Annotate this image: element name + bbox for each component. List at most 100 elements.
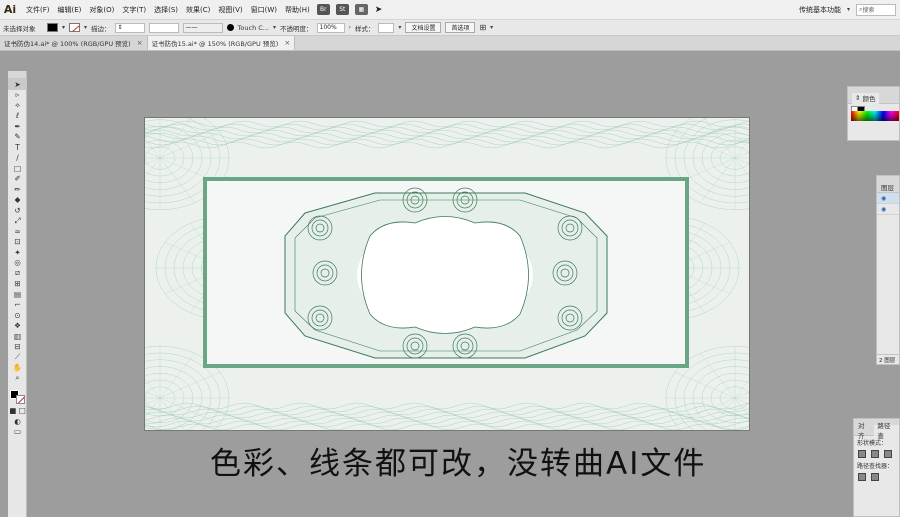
brush-definition[interactable]: Touch C...	[238, 24, 269, 32]
chevron-down-icon[interactable]: ▾	[847, 6, 850, 13]
selection-tool-icon[interactable]: ➤	[8, 79, 27, 90]
send-icon[interactable]: ➤	[371, 5, 387, 15]
style-label: 样式：	[354, 24, 375, 33]
line-tool-icon[interactable]: ∕	[8, 153, 27, 164]
variable-width-select[interactable]	[148, 22, 179, 33]
search-input[interactable]: ⌕ 搜索	[856, 3, 896, 16]
preferences-button[interactable]: 首选项	[445, 22, 476, 33]
draw-mode-icon[interactable]: ◐	[8, 416, 27, 427]
puppet-warp-tool-icon[interactable]: ✦	[8, 247, 27, 258]
menu-view[interactable]: 视图(V)	[214, 5, 246, 15]
eraser-tool-icon[interactable]: ◆	[8, 195, 27, 206]
fill-stroke-widget[interactable]	[10, 389, 26, 404]
eye-icon[interactable]: ◉	[881, 206, 886, 213]
arrange-dropdown-icon[interactable]: ▾	[490, 24, 493, 31]
zoom-tool-icon[interactable]: ⌕	[8, 373, 27, 384]
stock-icon[interactable]: St	[335, 4, 349, 15]
shape-builder-tool-icon[interactable]: ◎	[8, 258, 27, 269]
menu-type[interactable]: 文字(T)	[118, 5, 150, 15]
rectangle-tool-icon[interactable]: □	[8, 163, 27, 174]
menu-window[interactable]: 窗口(W)	[247, 5, 281, 15]
menu-select[interactable]: 选择(S)	[150, 5, 182, 15]
stroke-color-swatch[interactable]	[16, 394, 25, 404]
brush-stroke-preview[interactable]: ——	[182, 22, 223, 33]
unite-icon[interactable]	[858, 450, 866, 458]
intersect-icon[interactable]	[884, 450, 892, 458]
close-icon[interactable]: ×	[284, 39, 290, 47]
artboard-tool-icon[interactable]: ⊟	[8, 342, 27, 353]
opacity-chevron-icon[interactable]: ›	[349, 24, 351, 31]
control-bar: 未选择对象 ▾ ▾ 描边： ⇕ —— Touch C... ▾ 不透明度： 10…	[0, 20, 900, 36]
corner-rosette-spoke	[703, 118, 736, 159]
panel-grip[interactable]	[8, 71, 26, 79]
minus-front-icon[interactable]	[871, 450, 879, 458]
eyedropper-tool-icon[interactable]: ⌐	[8, 300, 27, 311]
graphic-style-swatch[interactable]	[378, 22, 395, 33]
app-logo: Ai	[3, 3, 17, 16]
shaper-tool-icon[interactable]: ✏	[8, 184, 27, 195]
menu-file[interactable]: 文件(F)	[22, 5, 54, 15]
blend-tool-icon[interactable]: ⊙	[8, 310, 27, 321]
perspective-grid-tool-icon[interactable]: ⧄	[8, 268, 27, 279]
eye-icon[interactable]: ◉	[881, 195, 886, 202]
symbol-sprayer-tool-icon[interactable]: ❖	[8, 321, 27, 332]
document-setup-button[interactable]: 文档设置	[405, 22, 442, 33]
workspace-switcher[interactable]: 传统基本功能	[799, 5, 841, 15]
tab-document-14[interactable]: 证书防伪14.ai* @ 100% (RGB/GPU 预览) ×	[0, 36, 148, 50]
corner-rosette-spoke	[145, 397, 161, 405]
tab-document-15[interactable]: 证书防伪15.ai* @ 150% (RGB/GPU 预览) ×	[147, 36, 296, 50]
layers-tab[interactable]: 图层	[881, 182, 894, 192]
stroke-dropdown-icon[interactable]: ▾	[84, 24, 87, 31]
guilloche-band-top	[145, 132, 749, 140]
color-mode-icons[interactable]: ■ □	[8, 406, 27, 417]
fill-dropdown-icon[interactable]: ▾	[62, 24, 65, 31]
corner-rosette-spoke	[734, 391, 749, 399]
menu-edit[interactable]: 编辑(E)	[54, 5, 86, 15]
layers-panel-header: 图层	[877, 182, 899, 193]
center-field-border	[361, 216, 529, 334]
slice-tool-icon[interactable]: ⟋	[8, 352, 27, 363]
lasso-tool-icon[interactable]: ℓ	[8, 111, 27, 122]
stroke-label: 描边：	[91, 24, 111, 33]
paintbrush-tool-icon[interactable]: ✐	[8, 174, 27, 185]
free-transform-tool-icon[interactable]: ⊡	[8, 237, 27, 248]
direct-selection-tool-icon[interactable]: ▹	[8, 90, 27, 101]
stroke-weight-input[interactable]: ⇕	[114, 22, 145, 33]
opacity-input[interactable]: 100%	[316, 22, 345, 33]
layer-row[interactable]: ◉	[877, 193, 899, 204]
tab-align[interactable]: 对齐	[858, 420, 870, 440]
curvature-tool-icon[interactable]: ✎	[8, 132, 27, 143]
hand-tool-icon[interactable]: ✋	[8, 363, 27, 374]
menu-help[interactable]: 帮助(H)	[281, 5, 314, 15]
tab-pathfinder[interactable]: 路径查	[874, 422, 899, 440]
layer-row[interactable]: ◉	[877, 204, 899, 215]
style-dropdown-icon[interactable]: ▾	[398, 24, 401, 31]
rotate-tool-icon[interactable]: ↺	[8, 205, 27, 216]
brush-dot-icon	[226, 24, 234, 31]
corner-rosette-ring	[683, 359, 749, 430]
fill-swatch[interactable]	[47, 23, 58, 32]
magic-wand-tool-icon[interactable]: ✧	[8, 100, 27, 111]
gradient-tool-icon[interactable]: ▤	[8, 289, 27, 300]
close-icon[interactable]: ×	[137, 39, 143, 47]
stroke-swatch[interactable]	[69, 23, 81, 32]
color-tab[interactable]: ⇕ 颜色	[852, 92, 879, 104]
brush-dropdown-icon[interactable]: ▾	[273, 24, 276, 31]
column-graph-tool-icon[interactable]: ▥	[8, 331, 27, 342]
pen-tool-icon[interactable]: ✒	[8, 121, 27, 132]
type-tool-icon[interactable]: T	[8, 142, 27, 153]
bridge-icon[interactable]: Br	[316, 4, 330, 15]
scale-tool-icon[interactable]: ⤢	[8, 216, 27, 227]
screen-mode-icon[interactable]: ▭	[8, 427, 27, 438]
trim-icon[interactable]	[871, 473, 879, 481]
menu-object[interactable]: 对象(O)	[85, 5, 118, 15]
width-tool-icon[interactable]: ≈	[8, 226, 27, 237]
arrange-icon[interactable]: ⊞	[479, 23, 486, 32]
color-spectrum[interactable]	[851, 111, 899, 121]
artboard[interactable]	[144, 117, 750, 431]
divide-icon[interactable]	[858, 473, 866, 481]
menu-effect[interactable]: 效果(C)	[182, 5, 214, 15]
mesh-tool-icon[interactable]: ⊞	[8, 279, 27, 290]
corner-rosette-spoke	[145, 157, 161, 165]
arrange-documents-icon[interactable]: ▦	[354, 4, 368, 15]
